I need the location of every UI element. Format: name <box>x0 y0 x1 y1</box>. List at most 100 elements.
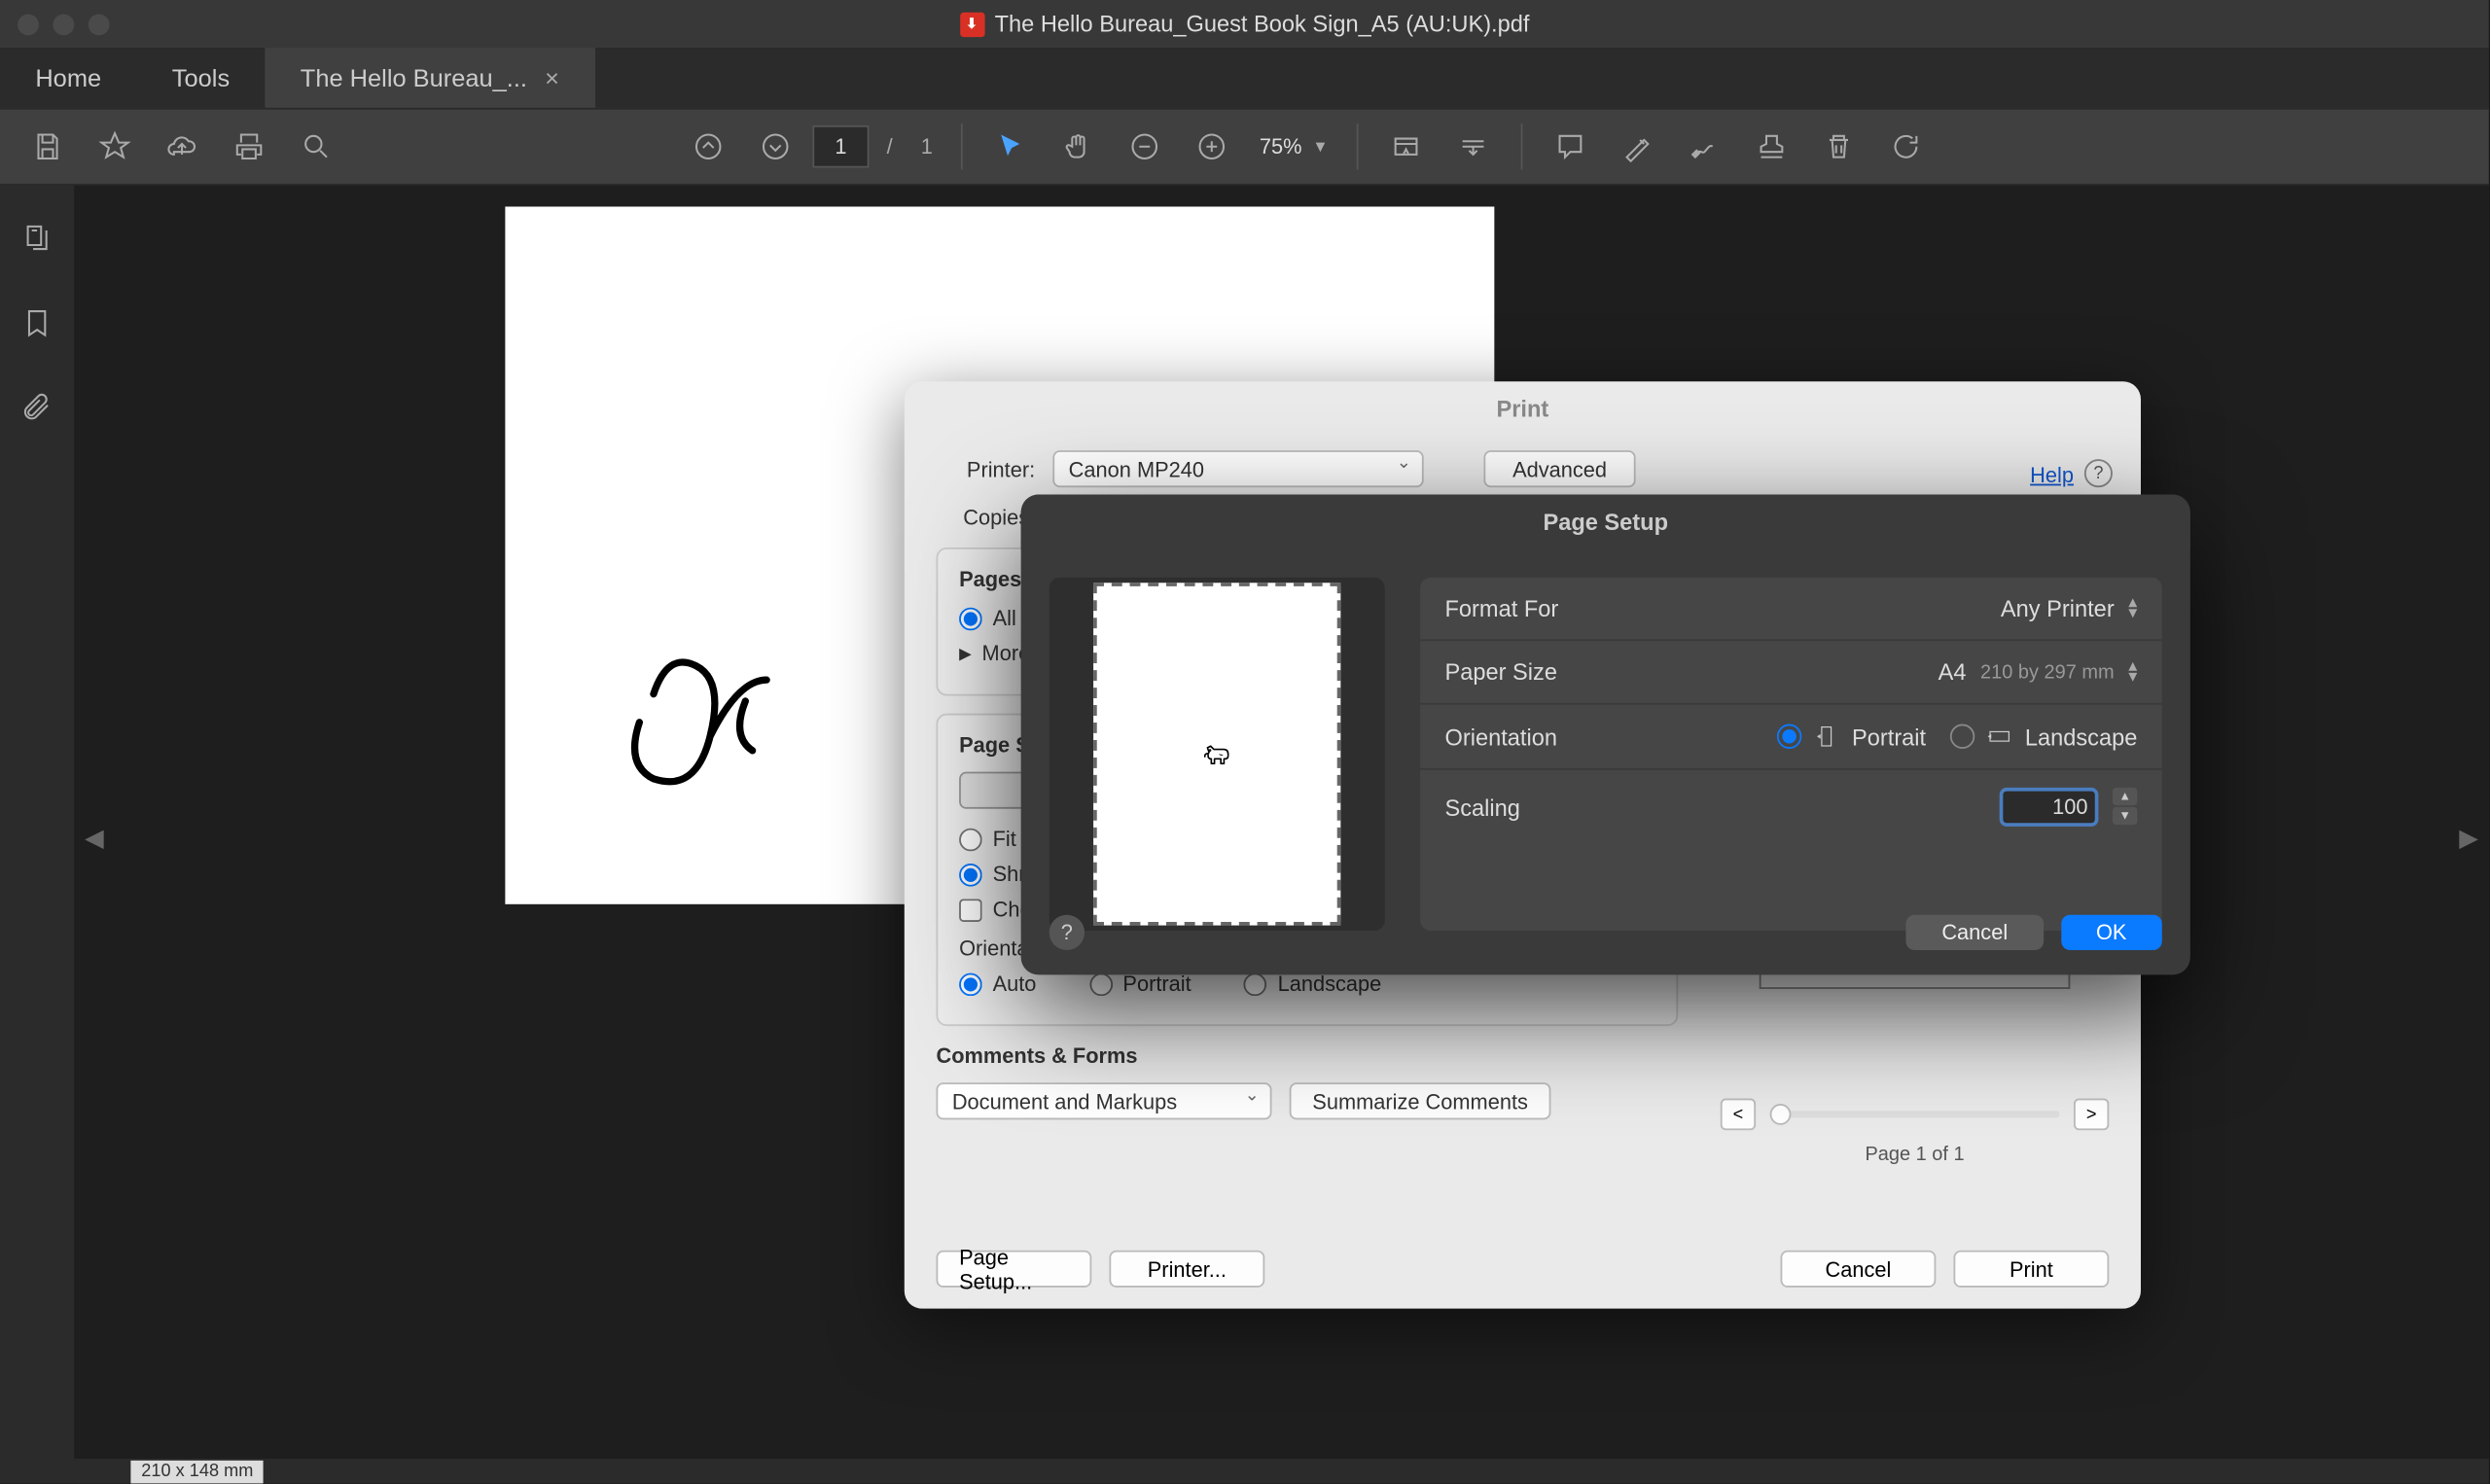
close-window-button[interactable] <box>18 14 39 35</box>
save-button[interactable] <box>18 117 78 177</box>
stepper-up-icon[interactable]: ▲ <box>2113 788 2137 805</box>
page-setup-ok-button[interactable]: OK <box>2061 915 2162 950</box>
print-confirm-button[interactable]: Print <box>1953 1251 2109 1288</box>
page-setup-help-button[interactable]: ? <box>1049 915 1085 950</box>
tabbar: Home Tools The Hello Bureau_... × <box>0 48 2489 108</box>
portrait-label: Portrait <box>1852 724 1926 750</box>
portrait-radio[interactable]: Portrait <box>1778 723 1926 751</box>
tab-tools[interactable]: Tools <box>136 48 265 108</box>
rotate-button[interactable] <box>1876 117 1937 177</box>
attachments-button[interactable] <box>16 387 58 430</box>
comments-value: Document and Markups <box>952 1089 1177 1113</box>
page-up-button[interactable] <box>678 117 738 177</box>
format-for-label: Format For <box>1444 595 1558 621</box>
minimize-window-button[interactable] <box>53 14 74 35</box>
preview-prev-button[interactable]: < <box>1721 1099 1756 1131</box>
page-setup-cancel-button[interactable]: Cancel <box>1906 915 2043 950</box>
landscape-radio[interactable]: Landscape <box>1951 723 2138 751</box>
orient-auto-radio[interactable] <box>959 972 982 996</box>
advanced-button[interactable]: Advanced <box>1483 450 1635 487</box>
scaling-stepper[interactable]: ▲ ▼ <box>2113 788 2137 827</box>
page-down-button[interactable] <box>745 117 805 177</box>
printer-settings-button[interactable]: Printer... <box>1109 1251 1264 1288</box>
toolbar-separator <box>1521 124 1523 169</box>
window-title: ⬇ The Hello Bureau_Guest Book Sign_A5 (A… <box>959 11 1529 37</box>
comments-select[interactable]: Document and Markups <box>936 1082 1271 1119</box>
print-cancel-button[interactable]: Cancel <box>1781 1251 1937 1288</box>
page-number-input[interactable] <box>812 125 869 168</box>
tab-document[interactable]: The Hello Bureau_... × <box>265 48 594 108</box>
print-preview-nav: < > Page 1 of 1 <box>1721 1099 2110 1166</box>
choose-source-checkbox[interactable] <box>959 898 982 921</box>
slider-knob[interactable] <box>1770 1104 1792 1125</box>
maximize-window-button[interactable] <box>89 14 110 35</box>
zoom-out-button[interactable] <box>1115 117 1175 177</box>
summarize-button[interactable]: Summarize Comments <box>1290 1082 1551 1119</box>
comment-button[interactable] <box>1541 117 1601 177</box>
preview-slider[interactable] <box>1770 1111 2060 1117</box>
format-for-row[interactable]: Format For Any Printer ▴▾ <box>1420 578 2162 641</box>
guestbook-script <box>610 578 893 825</box>
printer-label: Printer: <box>936 456 1035 480</box>
pages-all-radio[interactable] <box>959 607 982 630</box>
hand-tool[interactable] <box>1048 117 1108 177</box>
page-setup-button[interactable]: Page Setup... <box>936 1251 1091 1288</box>
zoom-value: 75% <box>1260 134 1302 159</box>
print-help-icon[interactable]: ? <box>2084 459 2113 487</box>
thumbnails-button[interactable] <box>16 217 58 260</box>
fit-radio[interactable] <box>959 828 982 851</box>
paper-size-value: A4 <box>1939 658 1967 685</box>
chevron-updown-icon: ▴▾ <box>2128 661 2137 683</box>
page-total: 1 <box>921 134 933 159</box>
dog-icon <box>1201 738 1233 770</box>
toolbar-separator <box>1357 124 1359 169</box>
orient-landscape-radio[interactable] <box>1244 972 1267 996</box>
zoom-in-button[interactable] <box>1182 117 1242 177</box>
tab-close-button[interactable]: × <box>545 63 559 91</box>
sign-button[interactable] <box>1675 117 1735 177</box>
toolbar: / 1 75% ▼ <box>0 108 2489 186</box>
printer-select[interactable]: Canon MP240 <box>1052 450 1423 487</box>
disclosure-icon[interactable]: ▶ <box>959 644 972 663</box>
printer-value: Canon MP240 <box>1069 456 1204 480</box>
format-for-value: Any Printer <box>2001 595 2115 621</box>
orientation-row: Orientation Portrait Landscape <box>1420 705 2162 770</box>
titlebar: ⬇ The Hello Bureau_Guest Book Sign_A5 (A… <box>0 0 2489 48</box>
tab-document-label: The Hello Bureau_... <box>301 63 527 91</box>
stepper-down-icon[interactable]: ▼ <box>2113 807 2137 825</box>
zoom-select[interactable]: 75% ▼ <box>1249 134 1339 159</box>
shrink-radio[interactable] <box>959 863 982 886</box>
orient-auto-label: Auto <box>993 972 1037 996</box>
orient-landscape-label: Landscape <box>1278 972 1382 996</box>
highlight-button[interactable] <box>1608 117 1668 177</box>
orient-portrait-radio[interactable] <box>1089 972 1113 996</box>
delete-button[interactable] <box>1809 117 1869 177</box>
scaling-input[interactable] <box>2000 788 2099 827</box>
prev-page-chevron[interactable]: ◀ <box>85 822 104 852</box>
select-tool[interactable] <box>980 117 1041 177</box>
paper-size-row[interactable]: Paper Size A4 210 by 297 mm ▴▾ <box>1420 641 2162 704</box>
paper-size-label: Paper Size <box>1444 658 1556 685</box>
stamp-button[interactable] <box>1742 117 1802 177</box>
star-button[interactable] <box>85 117 145 177</box>
statusbar: 210 x 148 mm <box>74 1459 2488 1483</box>
page-setup-preview-page <box>1093 583 1340 925</box>
search-button[interactable] <box>286 117 346 177</box>
print-help-link[interactable]: Help <box>2030 463 2074 487</box>
radio-off-icon <box>1951 724 1975 749</box>
fit-page-button[interactable] <box>1443 117 1504 177</box>
preview-next-button[interactable]: > <box>2074 1099 2109 1131</box>
tab-home[interactable]: Home <box>0 48 136 108</box>
print-button[interactable] <box>219 117 279 177</box>
bookmarks-button[interactable] <box>16 302 58 345</box>
landscape-label: Landscape <box>2025 724 2138 750</box>
cloud-button[interactable] <box>152 117 212 177</box>
pages-all-label: All <box>993 606 1016 630</box>
fit-width-button[interactable] <box>1376 117 1437 177</box>
landscape-icon <box>1986 723 2014 751</box>
window-title-text: The Hello Bureau_Guest Book Sign_A5 (AU:… <box>995 11 1530 37</box>
page-separator: / <box>887 134 893 159</box>
print-dialog-title: Print <box>905 381 2141 436</box>
next-page-chevron[interactable]: ▶ <box>2459 822 2478 852</box>
page-dimensions: 210 x 148 mm <box>130 1461 264 1484</box>
